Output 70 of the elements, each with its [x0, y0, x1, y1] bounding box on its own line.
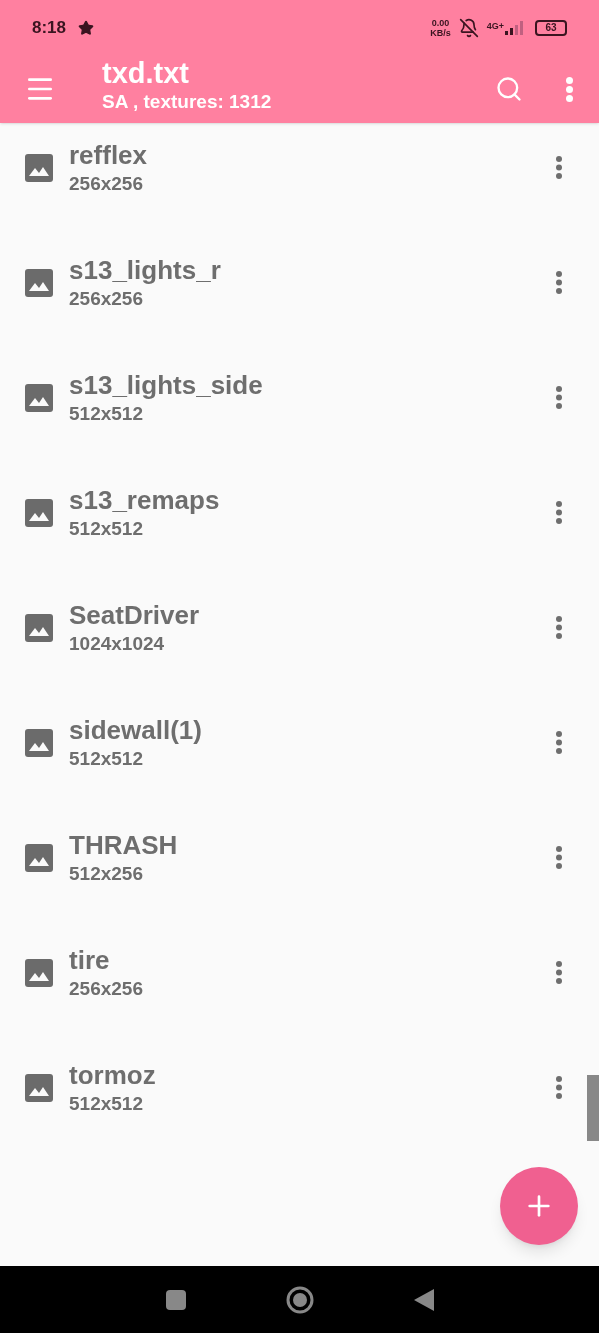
texture-name: SeatDriver [69, 598, 201, 631]
texture-name: tire [69, 943, 111, 976]
texture-size: 256x256 [69, 286, 144, 311]
texture-list-item[interactable]: refflex 256x256 [0, 123, 585, 225]
texture-list-item[interactable]: s13_lights_r 256x256 [0, 225, 585, 340]
network-speed: 0.00 KB/s [430, 17, 451, 38]
texture-size: 256x256 [69, 171, 144, 196]
texture-name: s13_lights_side [69, 368, 264, 401]
item-options-button[interactable] [556, 501, 562, 524]
image-icon [25, 1073, 53, 1102]
more-icon [556, 961, 562, 984]
texture-size: 512x512 [69, 1091, 144, 1116]
texture-list-item[interactable]: THRASH 512x256 [0, 800, 585, 915]
texture-name: sidewall(1) [69, 713, 203, 746]
more-icon [556, 271, 562, 294]
network-type: 4G+ [486, 20, 504, 33]
texture-size: 512x512 [69, 516, 144, 541]
texture-size: 256x256 [69, 976, 144, 1001]
texture-size: 512x512 [69, 401, 144, 426]
item-options-button[interactable] [556, 386, 562, 409]
battery-indicator: 63 [535, 19, 567, 36]
search-icon [495, 75, 523, 103]
texture-list-item[interactable]: s13_remaps 512x512 [0, 455, 585, 570]
image-icon [25, 498, 53, 527]
more-icon [556, 386, 562, 409]
home-icon[interactable] [285, 1285, 314, 1314]
more-icon [556, 731, 562, 754]
add-button[interactable] [500, 1167, 578, 1245]
texture-list-item[interactable]: tormoz 512x512 [0, 1030, 585, 1145]
item-options-button[interactable] [556, 1076, 562, 1099]
app-title: txd.txt [102, 56, 190, 90]
texture-name: THRASH [69, 828, 179, 861]
texture-name: refflex [69, 138, 149, 171]
back-icon[interactable] [413, 1288, 434, 1311]
more-icon [556, 156, 562, 179]
more-icon [556, 616, 562, 639]
image-icon [25, 843, 53, 872]
item-options-button[interactable] [556, 731, 562, 754]
texture-list-item[interactable]: s13_lights_side 512x512 [0, 340, 585, 455]
texture-name: s13_remaps [69, 483, 221, 516]
texture-size: 512x512 [69, 746, 144, 771]
item-options-button[interactable] [556, 271, 562, 294]
square-icon[interactable] [165, 1289, 186, 1310]
texture-size: 512x256 [69, 861, 144, 886]
bell-off-icon [458, 17, 479, 38]
status-time: 8:18 [32, 16, 67, 39]
star-icon [78, 19, 95, 36]
item-options-button[interactable] [556, 616, 562, 639]
image-icon [25, 153, 53, 182]
image-icon [25, 958, 53, 987]
item-options-button[interactable] [556, 961, 562, 984]
texture-name: s13_lights_r [69, 253, 222, 286]
scrollbar-thumb[interactable] [587, 1075, 599, 1141]
more-icon [556, 846, 562, 869]
more-icon [565, 76, 573, 102]
texture-name: tormoz [69, 1058, 157, 1091]
texture-list-item[interactable]: SeatDriver 1024x1024 [0, 570, 585, 685]
image-icon [25, 268, 53, 297]
signal-icon [505, 20, 523, 35]
image-icon [25, 383, 53, 412]
item-options-button[interactable] [556, 156, 562, 179]
image-icon [25, 728, 53, 757]
more-icon [556, 501, 562, 524]
texture-list-item[interactable]: sidewall(1) 512x512 [0, 685, 585, 800]
app-subtitle: SA , textures: 1312 [102, 90, 273, 114]
texture-size: 1024x1024 [69, 631, 166, 656]
image-icon [25, 613, 53, 642]
more-icon [556, 1076, 562, 1099]
item-options-button[interactable] [556, 846, 562, 869]
texture-list-item[interactable]: tire 256x256 [0, 915, 585, 1030]
